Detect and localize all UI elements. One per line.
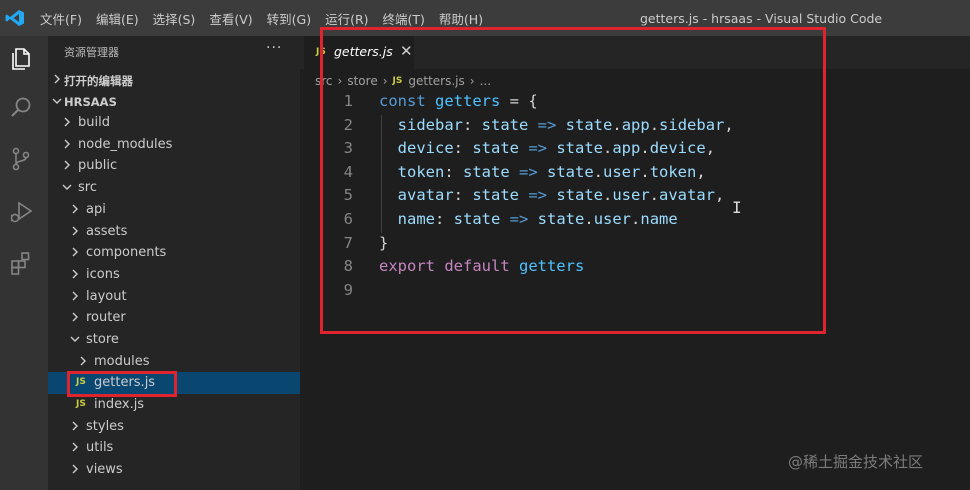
menu-terminal[interactable]: 终端(T) xyxy=(383,9,425,28)
tree-item-layout[interactable]: layout xyxy=(48,286,300,308)
tree-item-assets[interactable]: assets xyxy=(48,221,300,243)
tree-item-api[interactable]: api xyxy=(48,199,300,221)
watermark: @稀土掘金技术社区 xyxy=(788,453,924,471)
tree-item-label: index.js xyxy=(94,397,145,412)
files-icon[interactable] xyxy=(8,46,34,72)
menu-view[interactable]: 查看(V) xyxy=(209,9,252,28)
tree-item-components[interactable]: components xyxy=(48,242,300,264)
search-icon[interactable] xyxy=(8,95,34,121)
run-debug-icon[interactable] xyxy=(8,199,34,225)
js-file-icon: JS xyxy=(76,399,86,409)
vscode-logo-icon xyxy=(5,10,24,26)
tree-item-index-js[interactable]: JS index.js xyxy=(48,394,300,416)
chevron-right-icon xyxy=(64,139,70,149)
tree-item-label: views xyxy=(86,462,123,477)
tree-item-label: router xyxy=(86,310,126,325)
chevron-right-icon xyxy=(72,247,78,257)
explorer-sidebar: 资源管理器 ··· 打开的编辑器 HRSAAS build node_modul… xyxy=(48,36,300,490)
annotation-box-file xyxy=(67,371,177,397)
chevron-right-icon xyxy=(72,312,78,322)
open-editors-section[interactable]: 打开的编辑器 xyxy=(48,69,300,91)
chevron-right-icon xyxy=(72,464,78,474)
tree-item-node-modules[interactable]: node_modules xyxy=(48,134,300,156)
open-editors-label: 打开的编辑器 xyxy=(64,74,133,88)
tree-item-label: store xyxy=(86,332,119,347)
tree-item-label: components xyxy=(86,245,167,260)
tree-item-label: icons xyxy=(86,267,120,282)
tree-item-icons[interactable]: icons xyxy=(48,264,300,286)
menu-help[interactable]: 帮助(H) xyxy=(439,9,483,28)
window-title: getters.js - hrsaas - Visual Studio Code xyxy=(640,11,883,26)
explorer-title: 资源管理器 xyxy=(64,46,119,59)
chevron-right-icon xyxy=(80,356,86,366)
menu-file[interactable]: 文件(F) xyxy=(40,9,82,28)
tree-item-label: src xyxy=(78,180,97,195)
tree-item-label: build xyxy=(78,115,110,130)
menu-run[interactable]: 运行(R) xyxy=(325,9,368,28)
annotation-box-editor xyxy=(320,27,826,334)
chevron-right-icon xyxy=(64,160,70,170)
tree-item-src[interactable]: src xyxy=(48,177,300,199)
chevron-down-icon xyxy=(62,184,72,190)
tree-item-label: layout xyxy=(86,289,127,304)
menu-edit[interactable]: 编辑(E) xyxy=(96,9,139,28)
chevron-right-icon xyxy=(54,74,60,84)
chevron-right-icon xyxy=(72,269,78,279)
source-control-icon[interactable] xyxy=(8,146,34,172)
chevron-right-icon xyxy=(72,291,78,301)
chevron-right-icon xyxy=(72,226,78,236)
chevron-down-icon xyxy=(70,336,80,342)
tree-item-label: api xyxy=(86,202,106,217)
chevron-down-icon xyxy=(52,98,62,104)
tree-item-build[interactable]: build xyxy=(48,112,300,134)
menu-selection[interactable]: 选择(S) xyxy=(153,9,196,28)
tree-item-label: utils xyxy=(86,440,114,455)
tree-item-label: modules xyxy=(94,354,150,369)
more-actions-icon[interactable]: ··· xyxy=(266,40,282,56)
menu-go[interactable]: 转到(G) xyxy=(267,9,311,28)
tree-item-label: styles xyxy=(86,419,124,434)
chevron-right-icon xyxy=(64,117,70,127)
tree-item-label: node_modules xyxy=(78,137,173,152)
chevron-right-icon xyxy=(72,204,78,214)
tree-item-public[interactable]: public xyxy=(48,155,300,177)
tree-item-utils[interactable]: utils xyxy=(48,437,300,459)
tree-item-router[interactable]: router xyxy=(48,307,300,329)
tree-item-styles[interactable]: styles xyxy=(48,416,300,438)
project-section[interactable]: HRSAAS xyxy=(48,91,300,113)
tree-item-views[interactable]: views xyxy=(48,459,300,481)
tree-item-store[interactable]: store xyxy=(48,329,300,351)
tree-item-modules[interactable]: modules xyxy=(48,351,300,373)
activity-bar xyxy=(0,36,48,490)
chevron-right-icon xyxy=(72,442,78,452)
extensions-icon[interactable] xyxy=(8,250,34,276)
chevron-right-icon xyxy=(72,421,78,431)
tree-item-label: public xyxy=(78,158,118,173)
tree-item-label: assets xyxy=(86,224,128,239)
project-label: HRSAAS xyxy=(64,95,117,109)
